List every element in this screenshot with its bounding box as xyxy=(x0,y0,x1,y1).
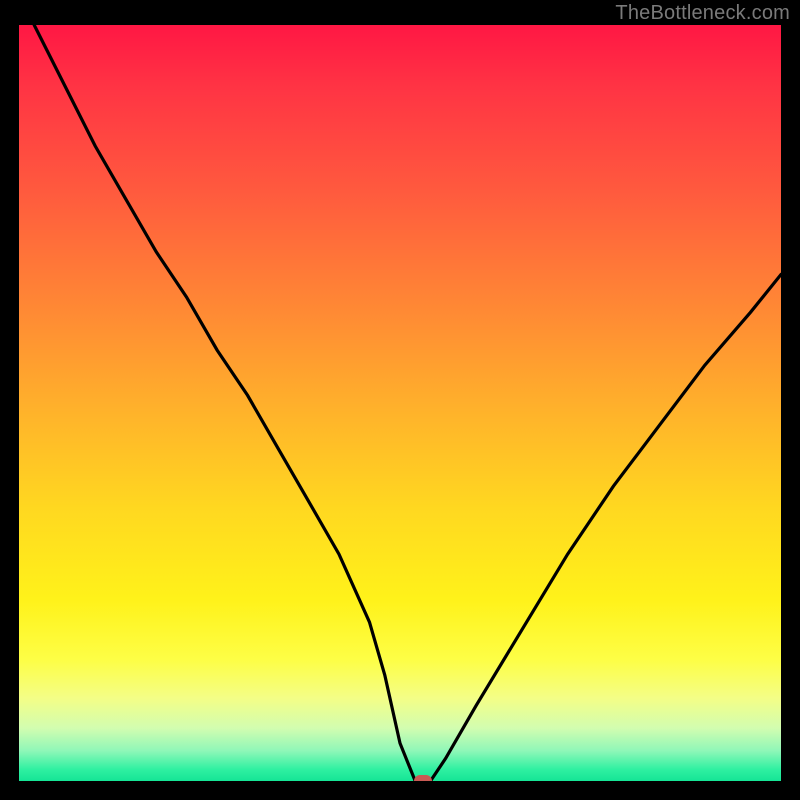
chart-frame: TheBottleneck.com xyxy=(0,0,800,800)
plot-area xyxy=(19,25,781,781)
curve-path xyxy=(34,25,781,781)
watermark-text: TheBottleneck.com xyxy=(615,2,790,25)
optimal-point-marker xyxy=(414,775,432,781)
bottleneck-curve xyxy=(19,25,781,781)
